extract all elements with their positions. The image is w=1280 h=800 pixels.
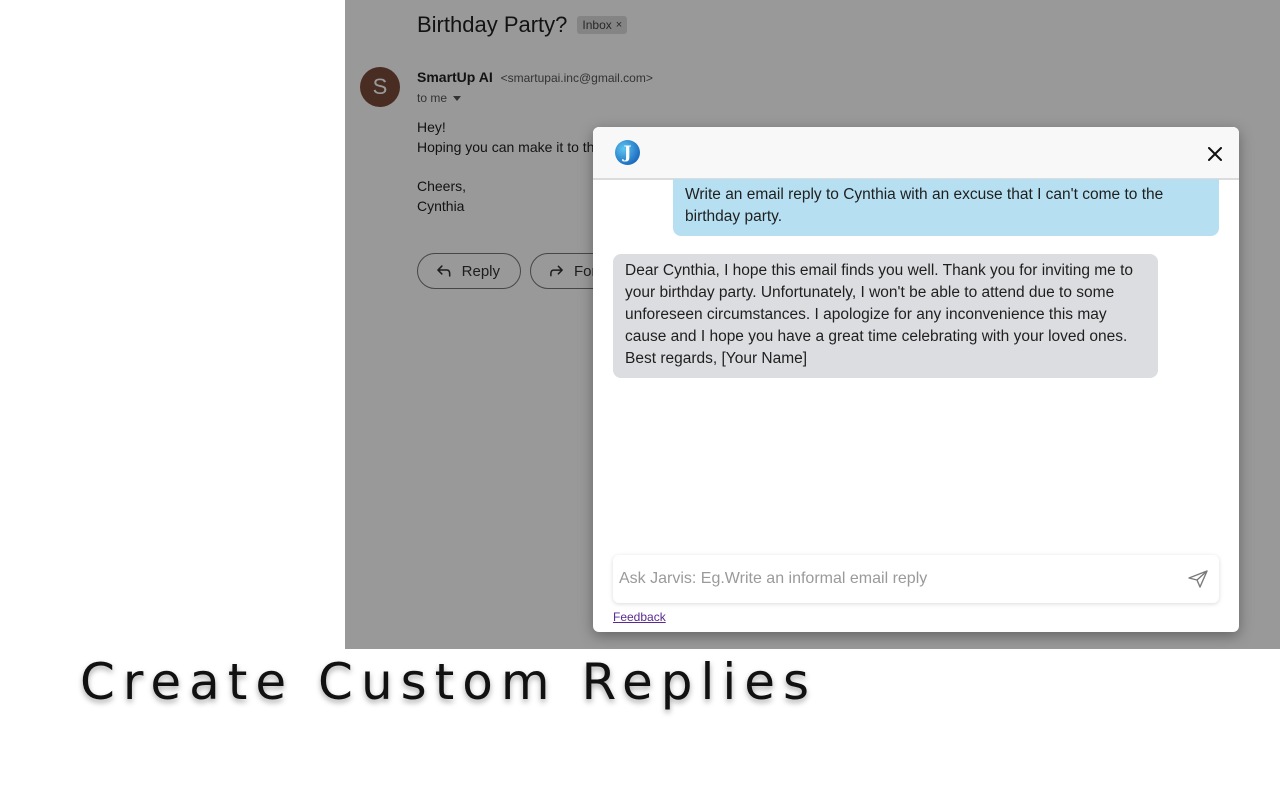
send-button[interactable] — [1187, 569, 1209, 589]
forward-arrow-icon — [550, 265, 563, 277]
sender-name: SmartUp AI — [417, 69, 493, 85]
email-subject-row: Birthday Party? Inbox × — [417, 12, 628, 38]
close-button[interactable] — [1205, 144, 1225, 164]
email-body-line: Cynthia — [417, 198, 465, 214]
chat-header: J — [593, 127, 1239, 180]
sender-info: SmartUp AI <smartupai.inc@gmail.com> — [417, 69, 653, 85]
sender-email: <smartupai.inc@gmail.com> — [500, 71, 653, 85]
ask-box — [613, 555, 1219, 603]
jarvis-chat-popup: J Write an email reply to Cynthia with a… — [593, 127, 1239, 632]
inbox-label-chip[interactable]: Inbox × — [577, 16, 628, 34]
chevron-down-icon — [453, 95, 462, 101]
email-body: Hey! Hoping you can make it to the Cheer… — [417, 117, 602, 216]
reply-arrow-icon — [437, 265, 451, 277]
email-body-line — [417, 157, 602, 176]
reply-button[interactable]: Reply — [417, 253, 521, 289]
promo-heading: Create Custom Replies — [80, 653, 818, 711]
user-message-bubble: Write an email reply to Cynthia with an … — [673, 179, 1219, 236]
send-icon — [1188, 570, 1208, 588]
email-body-line: Cheers, — [417, 178, 467, 194]
email-body-line: Hey! — [417, 119, 446, 135]
email-body-line: Hoping you can make it to the — [417, 139, 603, 155]
reply-label: Reply — [461, 262, 500, 280]
jarvis-logo-icon: J — [615, 140, 640, 165]
inbox-label-text: Inbox — [582, 18, 612, 32]
recipient-toggle[interactable]: to me — [417, 91, 462, 105]
feedback-link[interactable]: Feedback — [613, 610, 666, 624]
assistant-message-bubble[interactable]: Dear Cynthia, I hope this email finds yo… — [613, 254, 1158, 378]
close-icon — [1208, 147, 1222, 161]
email-subject: Birthday Party? — [417, 12, 568, 37]
ask-jarvis-input[interactable] — [613, 555, 1173, 603]
sender-avatar[interactable]: S — [360, 67, 400, 107]
remove-label-icon[interactable]: × — [616, 19, 622, 31]
recipient-text: to me — [417, 91, 448, 105]
